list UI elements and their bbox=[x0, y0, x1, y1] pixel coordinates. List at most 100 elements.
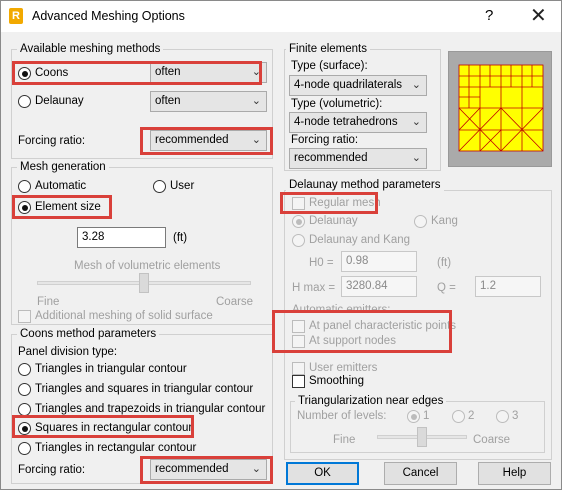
surface-type-select[interactable]: 4-node quadrilaterals ⌄ bbox=[289, 75, 427, 96]
element-size-unit: (ft) bbox=[173, 232, 188, 244]
finite-elements-label: Finite elements bbox=[286, 43, 370, 56]
available-methods-label: Available meshing methods bbox=[17, 43, 164, 56]
regular-mesh-label: Regular mesh bbox=[309, 197, 381, 209]
panel-points-checkbox[interactable] bbox=[292, 320, 305, 333]
triangularization-label: Triangularization near edges bbox=[295, 395, 447, 408]
coons-forcing-ratio-select[interactable]: recommended ⌄ bbox=[150, 459, 267, 480]
kang-method-label: Kang bbox=[431, 215, 458, 227]
h0-unit: (ft) bbox=[437, 257, 452, 269]
mesh-preview-image bbox=[448, 51, 552, 167]
division-option-radio-1[interactable] bbox=[18, 383, 31, 396]
volumetric-type-select[interactable]: 4-node tetrahedrons ⌄ bbox=[289, 112, 427, 133]
element-size-label: Element size bbox=[35, 201, 101, 213]
h0-input[interactable]: 0.98 bbox=[341, 251, 417, 272]
kang-method-radio[interactable] bbox=[414, 215, 427, 228]
chevron-down-icon: ⌄ bbox=[251, 463, 261, 475]
help-icon[interactable]: ? bbox=[485, 7, 493, 24]
delaunay-kang-label: Delaunay and Kang bbox=[309, 234, 411, 246]
coons-parameters-label: Coons method parameters bbox=[17, 328, 160, 341]
level-radio-3[interactable] bbox=[496, 410, 509, 423]
level-label-3: 3 bbox=[512, 410, 519, 422]
level-radio-2[interactable] bbox=[452, 410, 465, 423]
delaunay-frequency-value: often bbox=[155, 95, 181, 107]
division-option-label-2: Triangles and trapezoids in triangular c… bbox=[35, 403, 266, 415]
regular-mesh-checkbox[interactable] bbox=[292, 197, 305, 210]
volumetric-type-label: Type (volumetric): bbox=[291, 98, 383, 110]
user-label: User bbox=[170, 180, 195, 192]
chevron-down-icon: ⌄ bbox=[251, 66, 261, 78]
help-button[interactable]: Help bbox=[478, 462, 551, 485]
element-size-input[interactable]: 3.28 bbox=[77, 227, 166, 248]
additional-meshing-checkbox[interactable] bbox=[18, 310, 31, 323]
support-nodes-checkbox[interactable] bbox=[292, 335, 305, 348]
level-label-2: 2 bbox=[468, 410, 475, 422]
mesh-generation-label: Mesh generation bbox=[17, 161, 109, 174]
delaunay-method-radio[interactable] bbox=[292, 215, 305, 228]
chevron-down-icon: ⌄ bbox=[251, 95, 261, 107]
slider-coarse-label: Coarse bbox=[216, 296, 254, 308]
ok-button[interactable]: OK bbox=[286, 462, 359, 485]
delaunay-parameters-label: Delaunay method parameters bbox=[286, 179, 444, 192]
app-icon: R bbox=[9, 8, 23, 24]
delaunay-radio[interactable] bbox=[18, 95, 31, 108]
automatic-radio[interactable] bbox=[18, 180, 31, 193]
panel-points-label: At panel characteristic points bbox=[309, 320, 457, 332]
division-option-label-4: Triangles in rectangular contour bbox=[35, 442, 197, 454]
q-input[interactable]: 1.2 bbox=[475, 276, 541, 297]
forcing-ratio-select[interactable]: recommended ⌄ bbox=[150, 130, 267, 151]
hmax-label: H max = bbox=[292, 282, 336, 294]
smoothing-label: Smoothing bbox=[309, 375, 364, 387]
automatic-label: Automatic bbox=[35, 180, 87, 192]
delaunay-method-label: Delaunay bbox=[309, 215, 358, 227]
coons-frequency-select[interactable]: often ⌄ bbox=[150, 62, 267, 83]
support-nodes-label: At support nodes bbox=[309, 335, 396, 347]
chevron-down-icon: ⌄ bbox=[411, 152, 421, 164]
hmax-input[interactable]: 3280.84 bbox=[341, 276, 417, 297]
finite-forcing-ratio-label: Forcing ratio: bbox=[291, 134, 359, 146]
tri-fine-label: Fine bbox=[333, 434, 356, 446]
user-emitters-checkbox[interactable] bbox=[292, 362, 305, 375]
auto-emitters-label: Automatic emitters: bbox=[292, 304, 391, 316]
delaunay-frequency-select[interactable]: often ⌄ bbox=[150, 91, 267, 112]
division-option-radio-2[interactable] bbox=[18, 403, 31, 416]
volumetric-slider-thumb[interactable] bbox=[139, 273, 149, 293]
finite-forcing-ratio-value: recommended bbox=[294, 152, 368, 164]
level-radio-1[interactable] bbox=[407, 410, 420, 423]
division-option-label-0: Triangles in triangular contour bbox=[35, 363, 187, 375]
finite-forcing-ratio-select[interactable]: recommended ⌄ bbox=[289, 148, 427, 169]
forcing-ratio-value: recommended bbox=[155, 134, 229, 146]
division-option-radio-0[interactable] bbox=[18, 363, 31, 376]
forcing-ratio-label: Forcing ratio: bbox=[18, 135, 86, 147]
smoothing-checkbox[interactable] bbox=[292, 375, 305, 388]
delaunay-kang-radio[interactable] bbox=[292, 234, 305, 247]
coons-label: Coons bbox=[35, 67, 69, 79]
title-bar: R Advanced Meshing Options ? ✕ bbox=[1, 1, 561, 32]
triangularization-slider-thumb[interactable] bbox=[417, 427, 427, 447]
division-option-label-1: Triangles and squares in triangular cont… bbox=[35, 383, 254, 395]
user-radio[interactable] bbox=[153, 180, 166, 193]
h0-label: H0 = bbox=[309, 257, 334, 269]
slider-fine-label: Fine bbox=[37, 296, 60, 308]
user-emitters-label: User emitters bbox=[309, 362, 378, 374]
level-label-1: 1 bbox=[423, 410, 430, 422]
element-size-radio[interactable] bbox=[18, 201, 31, 214]
chevron-down-icon: ⌄ bbox=[411, 79, 421, 91]
coons-frequency-value: often bbox=[155, 66, 181, 78]
q-label: Q = bbox=[437, 282, 456, 294]
surface-type-value: 4-node quadrilaterals bbox=[294, 79, 403, 91]
panel-division-label: Panel division type: bbox=[18, 346, 118, 358]
levels-label: Number of levels: bbox=[297, 410, 387, 422]
coons-radio[interactable] bbox=[18, 67, 31, 80]
surface-type-label: Type (surface): bbox=[291, 60, 368, 72]
division-option-radio-4[interactable] bbox=[18, 442, 31, 455]
dialog-window: R Advanced Meshing Options ? ✕ Available… bbox=[0, 0, 562, 490]
division-option-radio-3[interactable] bbox=[18, 422, 31, 435]
close-icon[interactable]: ✕ bbox=[530, 3, 547, 28]
tri-coarse-label: Coarse bbox=[473, 434, 511, 446]
volumetric-mesh-label: Mesh of volumetric elements bbox=[74, 260, 221, 272]
division-option-label-3: Squares in rectangular contour bbox=[35, 422, 193, 434]
coons-forcing-ratio-label: Forcing ratio: bbox=[18, 464, 86, 476]
coons-forcing-ratio-value: recommended bbox=[155, 463, 229, 475]
cancel-button[interactable]: Cancel bbox=[384, 462, 457, 485]
chevron-down-icon: ⌄ bbox=[251, 134, 261, 146]
